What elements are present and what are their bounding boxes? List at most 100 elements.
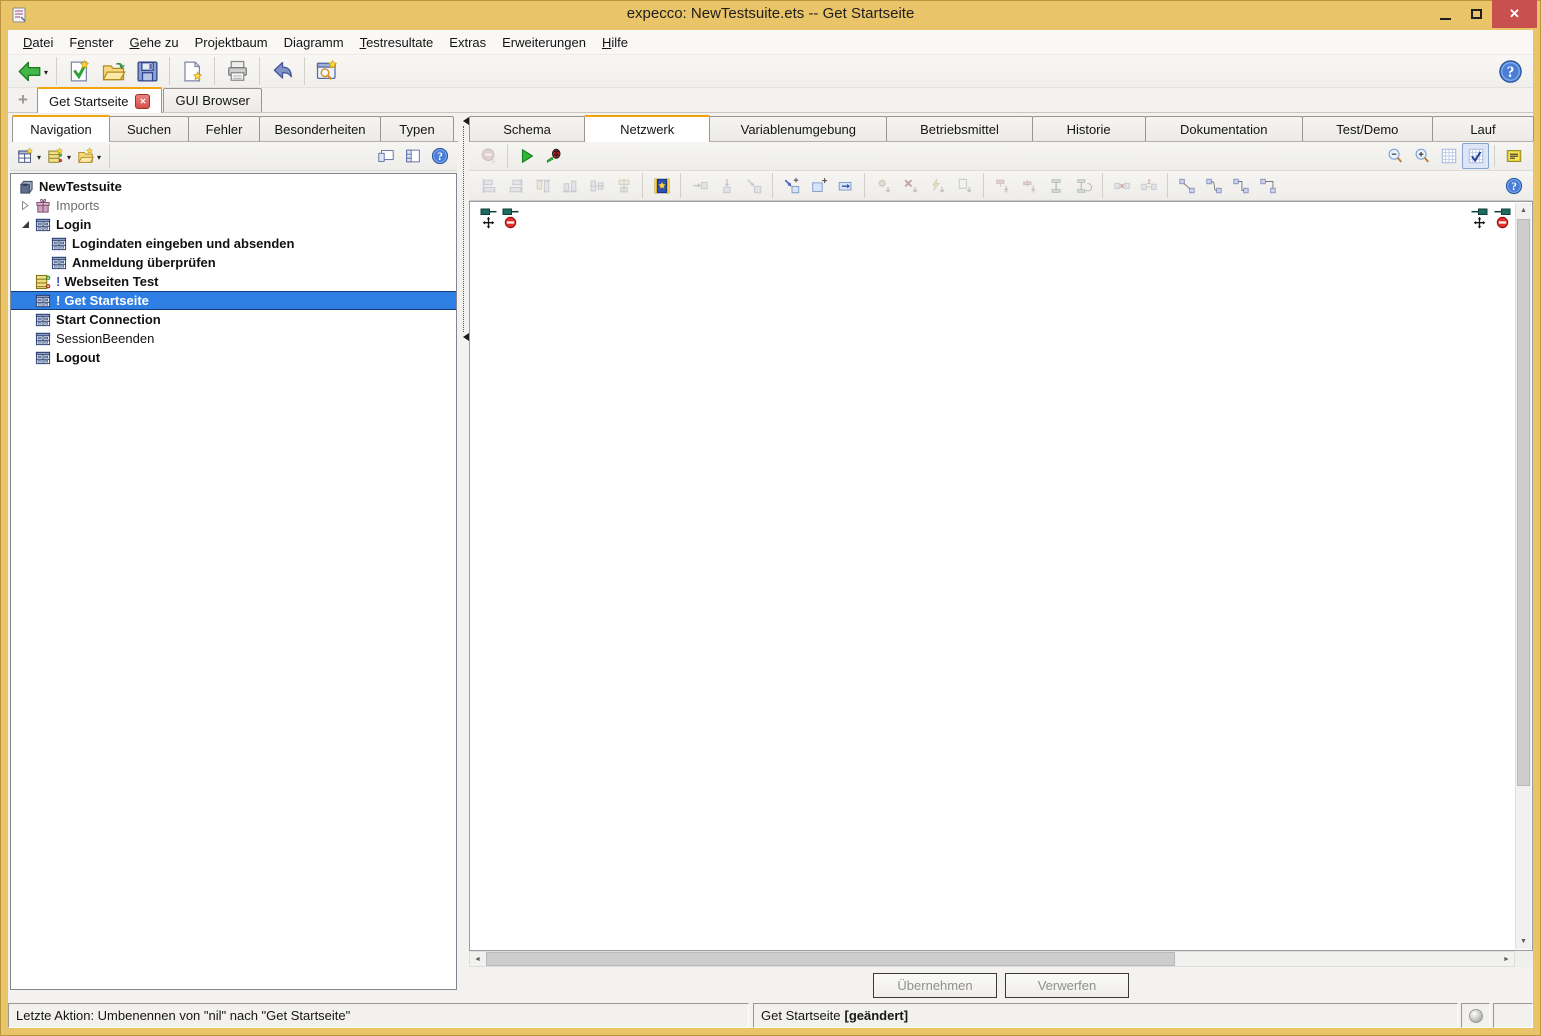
right-tab-betriebsmittel[interactable]: Betriebsmittel	[886, 116, 1032, 141]
navigation-tree[interactable]: NewTestsuiteImportsLoginLogindaten einge…	[10, 173, 457, 990]
help-button[interactable]: ?	[1493, 56, 1527, 87]
tree-item-get-startseite[interactable]: !Get Startseite	[11, 291, 456, 310]
help-button[interactable]: ?	[1500, 173, 1527, 199]
pin-block-pin[interactable]	[1494, 207, 1511, 229]
help-button[interactable]: ?	[426, 143, 453, 169]
left-tab-typen[interactable]: Typen	[380, 116, 454, 141]
tree-item-start-connection[interactable]: Start Connection	[11, 310, 456, 329]
pin-move-pin[interactable]	[480, 207, 497, 229]
panel-splitter[interactable]	[458, 116, 469, 342]
grid-button[interactable]	[1435, 143, 1462, 169]
line-curve-button[interactable]	[1200, 173, 1227, 199]
scroll-up-icon[interactable]	[1516, 203, 1531, 218]
scroll-down-icon[interactable]	[1516, 934, 1531, 949]
menu-fenster[interactable]: Fenster	[61, 32, 121, 53]
split-window-button[interactable]	[399, 143, 426, 169]
debug-button[interactable]	[540, 143, 567, 169]
line-ortho-button[interactable]	[1254, 173, 1281, 199]
block-icon	[34, 331, 51, 347]
tree-item-anmeldung-berpr-fen[interactable]: Anmeldung überprüfen	[11, 253, 456, 272]
undo-button[interactable]	[265, 56, 299, 87]
right-tab-lauf[interactable]: Lauf	[1432, 116, 1534, 141]
pin-move-pin[interactable]	[1471, 207, 1488, 229]
zoom-in-button[interactable]	[1408, 143, 1435, 169]
back-arrow-button[interactable]	[14, 56, 51, 87]
pin-block-pin[interactable]	[502, 207, 519, 229]
close-tab-icon[interactable]	[135, 94, 150, 109]
scroll-left-icon[interactable]	[470, 952, 485, 966]
scroll-right-icon[interactable]	[1499, 952, 1514, 966]
add-output-pin-button[interactable]	[832, 173, 859, 199]
add-input-pin-button[interactable]	[778, 173, 805, 199]
vertical-scroll-thumb[interactable]	[1517, 219, 1530, 786]
menu-diagramm[interactable]: Diagramm	[276, 32, 352, 53]
default-gear-button	[870, 173, 897, 199]
align-center-icon	[615, 177, 633, 195]
tree-item-webseiten-test[interactable]: !Webseiten Test	[11, 272, 456, 291]
save-button[interactable]	[130, 56, 164, 87]
horizontal-scrollbar[interactable]	[469, 951, 1515, 967]
run-button[interactable]	[513, 143, 540, 169]
add-block-icon	[810, 177, 828, 195]
tab-label: Get Startseite	[49, 94, 128, 109]
right-tab-dokumentation[interactable]: Dokumentation	[1145, 116, 1303, 141]
tree-item-logout[interactable]: Logout	[11, 348, 456, 367]
line-direct-button[interactable]	[1173, 173, 1200, 199]
line-step-icon	[1232, 177, 1250, 195]
right-tab-historie[interactable]: Historie	[1032, 116, 1146, 141]
diagram-canvas[interactable]	[469, 201, 1533, 951]
add-tab-button[interactable]: +	[13, 90, 33, 110]
tree-item-sessionbeenden[interactable]: SessionBeenden	[11, 329, 456, 348]
stretch-refresh-icon	[1075, 177, 1093, 195]
discard-button[interactable]: Verwerfen	[1005, 973, 1129, 998]
new-document-button[interactable]	[175, 56, 209, 87]
grid-snap-button[interactable]	[1462, 143, 1489, 169]
minimize-button[interactable]	[1430, 0, 1461, 28]
tree-item-login[interactable]: Login	[11, 215, 456, 234]
open-folder-button[interactable]	[96, 56, 130, 87]
right-tab-schema[interactable]: Schema	[469, 116, 585, 141]
tree-item-logindaten-eingeben-und-absenden[interactable]: Logindaten eingeben und absenden	[11, 234, 456, 253]
menu-hilfe[interactable]: Hilfe	[594, 32, 636, 53]
title-bar: expecco: NewTestsuite.ets -- Get Startse…	[0, 0, 1541, 30]
left-tab-navigation[interactable]: Navigation	[12, 115, 110, 142]
right-tab-test-demo[interactable]: Test/Demo	[1302, 116, 1433, 141]
menu-projektbaum[interactable]: Projektbaum	[187, 32, 276, 53]
left-tab-fehler[interactable]: Fehler	[188, 116, 260, 141]
left-tab-besonderheiten[interactable]: Besonderheiten	[259, 116, 381, 141]
insert-block-button[interactable]	[648, 173, 675, 199]
line-step-button[interactable]	[1227, 173, 1254, 199]
menu-datei[interactable]: Datei	[15, 32, 61, 53]
tree-item-label: Logout	[56, 350, 100, 365]
new-block-button[interactable]	[14, 143, 44, 169]
close-button[interactable]	[1492, 0, 1537, 28]
vertical-scrollbar[interactable]	[1515, 203, 1531, 949]
new-steps-button[interactable]	[44, 143, 74, 169]
tree-expander-expanded[interactable]	[19, 220, 32, 229]
menu-erweiterungen[interactable]: Erweiterungen	[494, 32, 594, 53]
editor-tab-gui-browser[interactable]: GUI Browser	[163, 88, 261, 112]
tree-item-label: Webseiten Test	[64, 274, 158, 289]
right-tab-variablenumgebung[interactable]: Variablenumgebung	[709, 116, 887, 141]
apply-button[interactable]: Übernehmen	[873, 973, 997, 998]
default-page-button	[951, 173, 978, 199]
tree-item-newtestsuite[interactable]: NewTestsuite	[11, 177, 456, 196]
detach-window-button[interactable]	[372, 143, 399, 169]
new-folder-button[interactable]	[74, 143, 104, 169]
right-tab-netzwerk[interactable]: Netzwerk	[584, 115, 710, 142]
editor-tab-get-startseite[interactable]: Get Startseite	[37, 87, 162, 113]
tree-expander-collapsed[interactable]	[19, 201, 32, 210]
menu-testresultate[interactable]: Testresultate	[352, 32, 442, 53]
print-button[interactable]	[220, 56, 254, 87]
zoom-out-button[interactable]	[1381, 143, 1408, 169]
menu-extras[interactable]: Extras	[441, 32, 494, 53]
diagram-list-button[interactable]	[1500, 143, 1527, 169]
new-check-document-button[interactable]	[62, 56, 96, 87]
find-window-button[interactable]	[310, 56, 344, 87]
left-tab-suchen[interactable]: Suchen	[109, 116, 189, 141]
horizontal-scroll-thumb[interactable]	[486, 952, 1175, 966]
menu-gehe-zu[interactable]: Gehe zu	[121, 32, 186, 53]
tree-item-imports[interactable]: Imports	[11, 196, 456, 215]
maximize-button[interactable]	[1461, 0, 1492, 28]
add-block-button[interactable]	[805, 173, 832, 199]
